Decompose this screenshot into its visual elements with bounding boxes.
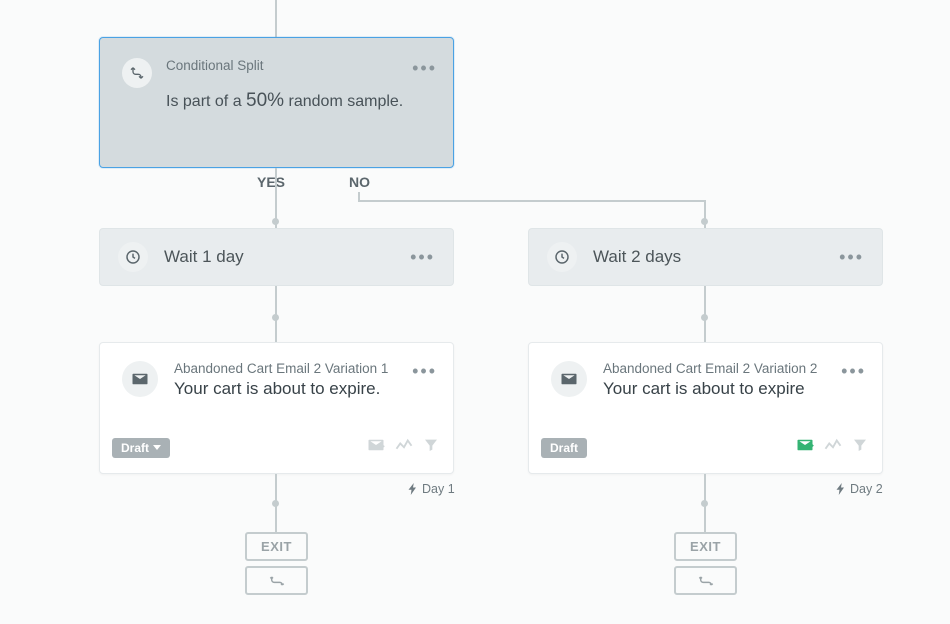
connector-node (701, 314, 708, 321)
connector (275, 0, 277, 37)
smart-send-icon[interactable] (367, 436, 385, 459)
split-condition: Is part of a 50% random sample. (166, 90, 431, 112)
status-badge[interactable]: Draft (112, 438, 170, 458)
flow-canvas[interactable]: Conditional Split Is part of a 50% rando… (0, 0, 950, 624)
wait-left-more-menu[interactable]: ••• (410, 247, 435, 268)
analytics-icon[interactable] (395, 438, 413, 457)
email-name: Abandoned Cart Email 2 Variation 2 (603, 361, 817, 376)
add-branch-button-left[interactable] (245, 566, 308, 595)
conditional-split-card[interactable]: Conditional Split Is part of a 50% rando… (99, 37, 454, 168)
branch-icon (698, 574, 714, 588)
clock-icon (547, 242, 577, 272)
status-badge[interactable]: Draft (541, 438, 587, 458)
connector-node (272, 500, 279, 507)
connector-node (272, 218, 279, 225)
email-subject: Your cart is about to expire. (174, 379, 388, 399)
no-label: NO (349, 174, 370, 190)
filter-icon[interactable] (423, 437, 439, 458)
wait-label: Wait 2 days (593, 247, 681, 267)
email-name: Abandoned Cart Email 2 Variation 1 (174, 361, 388, 376)
wait-label: Wait 1 day (164, 247, 244, 267)
connector-node (701, 218, 708, 225)
connector-node (701, 500, 708, 507)
branch-icon (269, 574, 285, 588)
connector (358, 200, 706, 202)
email-card-left[interactable]: Abandoned Cart Email 2 Variation 1 Your … (99, 342, 454, 474)
email-icon (122, 361, 158, 397)
split-more-menu[interactable]: ••• (412, 58, 437, 79)
email-right-more-menu[interactable]: ••• (841, 361, 866, 382)
smart-send-icon[interactable] (796, 436, 814, 459)
lightning-icon (836, 483, 846, 495)
connector-node (272, 314, 279, 321)
split-icon (122, 58, 152, 88)
wait-card-left[interactable]: Wait 1 day ••• (99, 228, 454, 286)
exit-button-right[interactable]: EXIT (674, 532, 737, 561)
wait-card-right[interactable]: Wait 2 days ••• (528, 228, 883, 286)
email-icon (551, 361, 587, 397)
day-label-right: Day 2 (836, 482, 883, 496)
email-card-right[interactable]: Abandoned Cart Email 2 Variation 2 Your … (528, 342, 883, 474)
wait-right-more-menu[interactable]: ••• (839, 247, 864, 268)
clock-icon (118, 242, 148, 272)
lightning-icon (408, 483, 418, 495)
exit-button-left[interactable]: EXIT (245, 532, 308, 561)
email-left-more-menu[interactable]: ••• (412, 361, 437, 382)
day-label-left: Day 1 (408, 482, 455, 496)
email-subject: Your cart is about to expire (603, 379, 817, 399)
analytics-icon[interactable] (824, 438, 842, 457)
filter-icon[interactable] (852, 437, 868, 458)
yes-label: YES (257, 174, 285, 190)
split-title: Conditional Split (166, 58, 264, 73)
add-branch-button-right[interactable] (674, 566, 737, 595)
